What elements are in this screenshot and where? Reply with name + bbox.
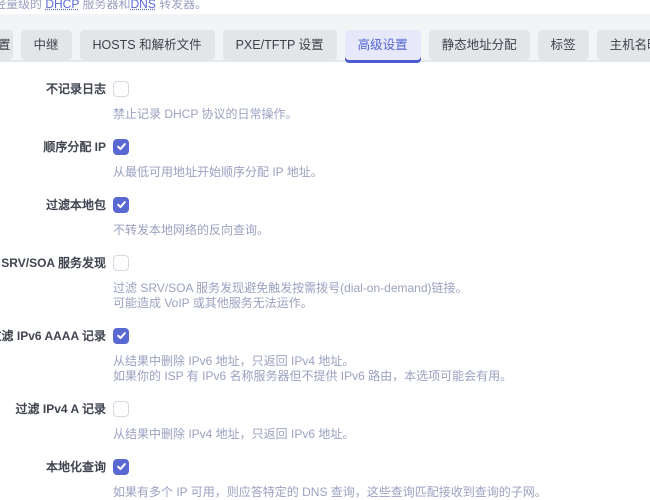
setting-description: 禁止记录 DHCP 协议的日常操作。 [113,107,650,122]
intro-text-prefix: 轻量级的 [0,0,45,11]
tab-label: 高级设置 [358,38,408,52]
setting-item: 不记录日志 禁止记录 DHCP 协议的日常操作。 [0,80,650,122]
setting-row: 过滤本地包 [0,196,650,213]
setting-checkbox[interactable] [113,328,129,344]
setting-label: 过滤本地包 [46,196,106,213]
setting-checkbox[interactable] [113,459,129,475]
intro-text-middle: 服务器和 [79,0,130,11]
setting-item: 过滤 SRV/SOA 服务发现 过滤 SRV/SOA 服务发现避免触发按需拨号(… [0,254,650,311]
description-line: 从最低可用地址开始顺序分配 IP 地址。 [113,165,650,180]
tab[interactable]: 置 [0,30,13,60]
dhcp-link[interactable]: DHCP [45,0,79,11]
tab[interactable]: HOSTS 和解析文件 [80,30,215,60]
setting-label-column: 不记录日志 [0,80,106,97]
setting-row: 顺序分配 IP [0,138,650,155]
setting-label: 过滤 IPv4 A 记录 [16,400,106,417]
setting-description: 过滤 SRV/SOA 服务发现避免触发按需拨号(dial-on-demand)链… [113,281,650,311]
tab-label: PXE/TFTP 设置 [236,38,324,52]
setting-label-column: 过滤 IPv4 A 记录 [0,400,106,417]
setting-description: 如果有多个 IP 可用，则应答特定的 DNS 查询，这些查询匹配接收到查询的子网… [113,485,650,500]
description-line: 如果你的 ISP 有 IPv6 名称服务器但不提供 IPv6 路由，本选项可能会… [113,369,650,384]
tab-label: 静态地址分配 [442,38,517,52]
setting-item: 过滤本地包 不转发本地网络的反向查询。 [0,196,650,238]
tab[interactable]: 主机名映射 [597,30,650,60]
setting-item: 过滤 IPv4 A 记录 从结果中删除 IPv4 地址，只返回 IPv6 地址。 [0,400,650,442]
setting-label-column: 本地化查询 [0,458,106,475]
setting-checkbox[interactable] [113,81,129,97]
description-line: 禁止记录 DHCP 协议的日常操作。 [113,107,650,122]
checkmark-icon [116,199,127,210]
setting-item: 本地化查询 如果有多个 IP 可用，则应答特定的 DNS 查询，这些查询匹配接收… [0,458,650,500]
setting-label: 顺序分配 IP [43,138,106,155]
setting-row: 过滤 IPv4 A 记录 [0,400,650,417]
setting-description: 从最低可用地址开始顺序分配 IP 地址。 [113,165,650,180]
description-line: 可能造成 VoIP 或其他服务无法运作。 [113,296,650,311]
tab[interactable]: PXE/TFTP 设置 [223,30,337,60]
tab[interactable]: 标签 [538,30,589,60]
setting-item: 过滤 IPv6 AAAA 记录 从结果中删除 IPv6 地址，只返回 IPv4 … [0,327,650,384]
tab-label: 主机名映射 [610,38,650,52]
setting-description: 从结果中删除 IPv6 地址，只返回 IPv4 地址。如果你的 ISP 有 IP… [113,354,650,384]
setting-row: 不记录日志 [0,80,650,97]
description-line: 如果有多个 IP 可用，则应答特定的 DNS 查询，这些查询匹配接收到查询的子网… [113,485,650,500]
dns-link[interactable]: DNS [130,0,155,11]
setting-label-column: 过滤本地包 [0,196,106,213]
checkmark-icon [116,461,127,472]
tab-active[interactable]: 高级设置 [345,30,421,60]
setting-label-column: 顺序分配 IP [0,138,106,155]
setting-label: 过滤 SRV/SOA 服务发现 [0,254,106,271]
description-line: 过滤 SRV/SOA 服务发现避免触发按需拨号(dial-on-demand)链… [113,281,650,296]
setting-checkbox[interactable] [113,401,129,417]
tab-label: HOSTS 和解析文件 [93,38,202,52]
checkmark-icon [116,141,127,152]
checkmark-icon [116,330,127,341]
setting-label-column: 过滤 SRV/SOA 服务发现 [0,254,106,271]
setting-row: 过滤 IPv6 AAAA 记录 [0,327,650,344]
tab-bar: 置 中继 HOSTS 和解析文件 PXE/TFTP 设置 高级设置 静态地址分配 标签 主机名… [0,14,650,62]
setting-label: 不记录日志 [46,80,106,97]
setting-label: 本地化查询 [46,458,106,475]
tab-list: 置 中继 HOSTS 和解析文件 PXE/TFTP 设置 高级设置 静态地址分配 标签 主机名… [0,14,650,60]
setting-label: 过滤 IPv6 AAAA 记录 [0,327,106,344]
tab[interactable]: 中继 [21,30,72,60]
tab-label: 中继 [34,38,59,52]
tab-label: 标签 [551,38,576,52]
description-line: 不转发本地网络的反向查询。 [113,223,650,238]
setting-description: 从结果中删除 IPv4 地址，只返回 IPv6 地址。 [113,427,650,442]
setting-checkbox[interactable] [113,139,129,155]
setting-description: 不转发本地网络的反向查询。 [113,223,650,238]
tab-label: 置 [0,38,11,52]
settings-list: 不记录日志 禁止记录 DHCP 协议的日常操作。 顺序分配 IP 从最低可用地址… [0,62,650,500]
setting-checkbox[interactable] [113,255,129,271]
setting-checkbox[interactable] [113,197,129,213]
dnsmasq-settings-page: 轻量级的 DHCP 服务器和DNS 转发器。 置 中继 HOSTS 和解析文件 PXE… [0,0,650,500]
intro-text-suffix: 转发器。 [156,0,207,11]
description-line: 从结果中删除 IPv6 地址，只返回 IPv4 地址。 [113,354,650,369]
tab[interactable]: 静态地址分配 [429,30,530,60]
setting-row: 本地化查询 [0,458,650,475]
description-line: 从结果中删除 IPv4 地址，只返回 IPv6 地址。 [113,427,650,442]
intro-line: 轻量级的 DHCP 服务器和DNS 转发器。 [0,0,207,12]
setting-item: 顺序分配 IP 从最低可用地址开始顺序分配 IP 地址。 [0,138,650,180]
setting-label-column: 过滤 IPv6 AAAA 记录 [0,327,106,344]
setting-row: 过滤 SRV/SOA 服务发现 [0,254,650,271]
